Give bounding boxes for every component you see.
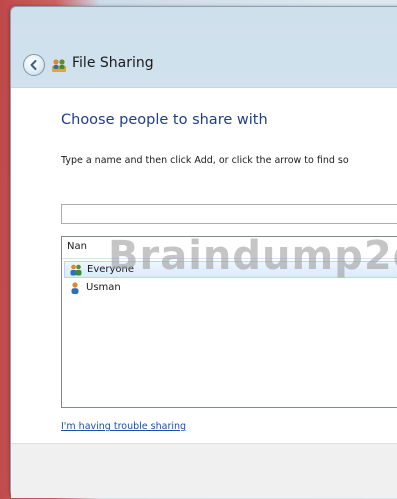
list-item-label: Everyone — [87, 264, 135, 275]
people-list[interactable]: Nan Everyone Usman — [61, 236, 397, 408]
name-input[interactable] — [61, 204, 397, 224]
dialog-content: Choose people to share with Type a name … — [11, 87, 397, 443]
list-item-usman[interactable]: Usman — [64, 279, 397, 296]
trouble-sharing-link[interactable]: I'm having trouble sharing — [61, 421, 186, 432]
desktop-background: File Sharing Choose people to share with… — [0, 0, 397, 499]
back-button[interactable] — [23, 54, 45, 76]
column-header-name[interactable]: Nan — [62, 237, 397, 259]
instruction-text: Type a name and then click Add, or click… — [61, 155, 349, 166]
user-icon — [71, 281, 79, 294]
back-arrow-icon — [30, 60, 37, 70]
title-bar: File Sharing — [11, 7, 397, 87]
file-sharing-icon — [52, 59, 66, 72]
dialog-footer — [11, 443, 397, 498]
list-item-label: Usman — [86, 282, 121, 293]
group-icon — [70, 264, 82, 275]
window-title: File Sharing — [72, 55, 154, 71]
list-item-everyone[interactable]: Everyone — [64, 261, 397, 278]
column-header-label: Nan — [67, 241, 87, 252]
file-sharing-window: File Sharing Choose people to share with… — [10, 6, 397, 498]
page-heading: Choose people to share with — [61, 112, 268, 128]
